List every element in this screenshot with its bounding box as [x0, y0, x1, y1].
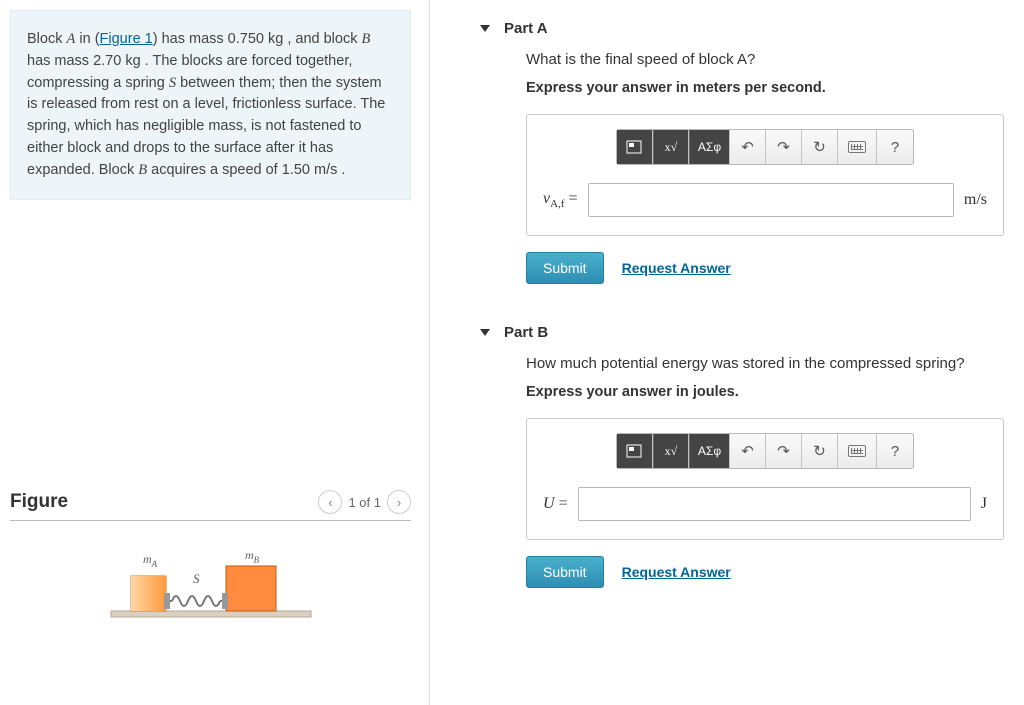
figure-nav-text: 1 of 1 [348, 495, 381, 510]
answer-input-a[interactable] [588, 183, 954, 217]
submit-button[interactable]: Submit [526, 252, 604, 284]
request-answer-link[interactable]: Request Answer [622, 260, 731, 276]
caret-down-icon [480, 25, 490, 32]
request-answer-link[interactable]: Request Answer [622, 564, 731, 580]
svg-text:S: S [193, 571, 200, 586]
submit-button[interactable]: Submit [526, 556, 604, 588]
keyboard-button[interactable] [838, 434, 877, 468]
answer-box-a: x√ ΑΣφ ↶ ↷ ↻ ? vA,f = m/s [526, 114, 1004, 236]
reset-button[interactable]: ↻ [802, 130, 838, 164]
toolbar: x√ ΑΣφ ↶ ↷ ↻ ? [616, 129, 914, 165]
svg-text:mA: mA [143, 552, 158, 569]
question-instruction: Express your answer in meters per second… [526, 80, 1004, 96]
figure-title: Figure [10, 491, 68, 513]
redo-button[interactable]: ↷ [766, 130, 802, 164]
figure-link[interactable]: Figure 1 [100, 31, 153, 47]
toolbar: x√ ΑΣφ ↶ ↷ ↻ ? [616, 433, 914, 469]
figure-prev-button[interactable]: ‹ [318, 490, 342, 514]
figure-next-button[interactable]: › [387, 490, 411, 514]
caret-down-icon [480, 329, 490, 336]
answer-input-b[interactable] [578, 487, 971, 521]
problem-statement: Block A in (Figure 1) has mass 0.750 kg … [10, 10, 411, 200]
figure-image: mA mB S [10, 541, 411, 631]
help-button[interactable]: ? [877, 434, 913, 468]
math-root-icon[interactable]: x√ [653, 130, 689, 164]
part-label: Part A [504, 20, 548, 37]
unit-label: m/s [964, 191, 987, 209]
variable-label: vA,f = [543, 190, 578, 210]
template-icon[interactable] [617, 434, 653, 468]
question-instruction: Express your answer in joules. [526, 384, 1004, 400]
part-a-header[interactable]: Part A [480, 10, 1004, 51]
reset-button[interactable]: ↻ [802, 434, 838, 468]
variable-label: U = [543, 495, 568, 513]
redo-button[interactable]: ↷ [766, 434, 802, 468]
part-label: Part B [504, 324, 548, 341]
help-button[interactable]: ? [877, 130, 913, 164]
undo-button[interactable]: ↶ [730, 434, 766, 468]
greek-letters-button[interactable]: ΑΣφ [689, 434, 730, 468]
unit-label: J [981, 495, 987, 513]
greek-letters-button[interactable]: ΑΣφ [689, 130, 730, 164]
question-text: How much potential energy was stored in … [526, 355, 1004, 372]
template-icon[interactable] [617, 130, 653, 164]
part-b-header[interactable]: Part B [480, 314, 1004, 355]
answer-box-b: x√ ΑΣφ ↶ ↷ ↻ ? U = J [526, 418, 1004, 540]
svg-text:mB: mB [245, 548, 260, 565]
keyboard-button[interactable] [838, 130, 877, 164]
undo-button[interactable]: ↶ [730, 130, 766, 164]
question-text: What is the final speed of block A? [526, 51, 1004, 68]
math-root-icon[interactable]: x√ [653, 434, 689, 468]
